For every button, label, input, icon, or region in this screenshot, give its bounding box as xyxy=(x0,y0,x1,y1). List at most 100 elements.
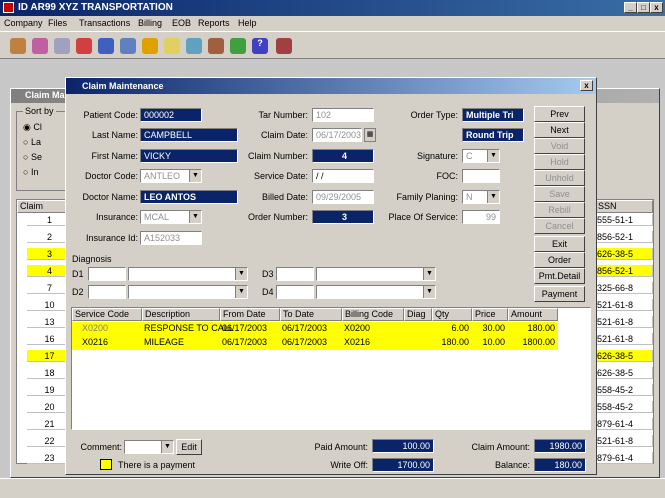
network-icon[interactable] xyxy=(54,38,70,54)
prev-button[interactable]: Prev xyxy=(534,106,585,122)
claim-date-field[interactable]: 06/17/2003 xyxy=(312,128,362,142)
maximize-button[interactable]: □ xyxy=(637,2,650,13)
ssn-list-row[interactable]: 558-45-2 xyxy=(595,384,653,396)
service-line-row[interactable]: X0216 MILEAGE 06/17/2003 06/17/2003 X0216 180… xyxy=(72,336,558,350)
dialog-close-button[interactable]: x xyxy=(580,80,593,91)
help-icon[interactable]: ? xyxy=(252,38,268,54)
menu-reports[interactable]: Reports xyxy=(198,18,230,28)
column-header-from-date[interactable]: From Date xyxy=(220,308,280,321)
ssn-list-row[interactable]: 555-51-1 xyxy=(595,214,653,226)
chevron-down-icon[interactable]: ▼ xyxy=(423,268,435,280)
menu-files[interactable]: Files xyxy=(48,18,67,28)
d4-select[interactable]: ▼ xyxy=(316,285,436,299)
column-header-price[interactable]: Price xyxy=(472,308,508,321)
column-header-qty[interactable]: Qty xyxy=(432,308,472,321)
ssn-list-row[interactable]: 879-61-4 xyxy=(595,418,653,430)
ssn-list-row[interactable]: 521-61-8 xyxy=(595,316,653,328)
column-header-description[interactable]: Description xyxy=(142,308,220,321)
doctor-code-select[interactable]: ANTLEO ▼ xyxy=(140,169,202,183)
sort-option-last[interactable]: ○ La xyxy=(23,137,41,147)
first-name-field[interactable]: VICKY xyxy=(140,149,238,163)
ssn-list-row[interactable]: 856-52-1 xyxy=(595,231,653,243)
menu-help[interactable]: Help xyxy=(238,18,257,28)
money-bag-icon[interactable] xyxy=(230,38,246,54)
cancel-button[interactable]: Cancel xyxy=(534,218,585,234)
tar-number-field[interactable]: 102 xyxy=(312,108,374,122)
chevron-down-icon[interactable]: ▼ xyxy=(189,170,201,182)
signature-select[interactable]: C ▼ xyxy=(462,149,500,163)
save-button[interactable]: Save xyxy=(534,186,585,202)
doctor-name-field[interactable]: LEO ANTOS xyxy=(140,190,238,204)
order-button[interactable]: Order xyxy=(534,252,585,268)
payment-button[interactable]: Payment xyxy=(534,286,585,302)
hold-button[interactable]: Hold xyxy=(534,154,585,170)
pencil-icon[interactable] xyxy=(142,38,158,54)
pmt-detail-button[interactable]: Pmt.Detail xyxy=(534,268,585,284)
claim-number-field[interactable]: 4 xyxy=(312,149,374,163)
ssn-list-row[interactable]: 626-38-5 xyxy=(595,367,653,379)
d1-code-field[interactable] xyxy=(88,267,126,281)
chevron-down-icon[interactable]: ▼ xyxy=(189,211,201,223)
vehicle-icon[interactable] xyxy=(208,38,224,54)
ssn-list-row[interactable]: 521-61-8 xyxy=(595,333,653,345)
chevron-down-icon[interactable]: ▼ xyxy=(487,191,499,203)
minimize-button[interactable]: _ xyxy=(624,2,637,13)
chevron-down-icon[interactable]: ▼ xyxy=(161,441,173,453)
chevron-down-icon[interactable]: ▼ xyxy=(235,286,247,298)
place-of-service-field[interactable]: 99 xyxy=(462,210,500,224)
void-button[interactable]: Void xyxy=(534,138,585,154)
claim-grid[interactable]: Claim 1 2 3 4 7 10 13 16 17 18 19 20 21 22 23 xyxy=(16,199,72,464)
order-type-field[interactable]: Multiple Tri xyxy=(462,108,524,122)
column-header-diag[interactable]: Diag xyxy=(404,308,432,321)
book-icon[interactable] xyxy=(120,38,136,54)
claim-column-header[interactable]: Claim xyxy=(17,200,71,213)
last-name-field[interactable]: CAMPBELL xyxy=(140,128,238,142)
d3-code-field[interactable] xyxy=(276,267,314,281)
ssn-list-row[interactable]: 626-38-5 xyxy=(595,248,653,260)
foc-field[interactable] xyxy=(462,169,500,183)
service-line-row[interactable]: X0200 RESPONSE TO CALL 06/17/2003 06/17/200… xyxy=(72,322,558,336)
ssn-list-row[interactable]: 879-61-4 xyxy=(595,452,653,464)
column-header-service-code[interactable]: Service Code xyxy=(72,308,142,321)
family-planing-select[interactable]: N ▼ xyxy=(462,190,500,204)
ssn-column-header[interactable]: SSN xyxy=(595,200,653,213)
insurance-id-field[interactable]: A152033 xyxy=(140,231,202,245)
ssn-list-row[interactable]: 521-61-8 xyxy=(595,435,653,447)
d4-code-field[interactable] xyxy=(276,285,314,299)
chevron-down-icon[interactable]: ▼ xyxy=(423,286,435,298)
people-icon[interactable] xyxy=(10,38,26,54)
ssn-list-row[interactable]: 558-45-2 xyxy=(595,401,653,413)
rebill-button[interactable]: Rebill xyxy=(534,202,585,218)
d3-select[interactable]: ▼ xyxy=(316,267,436,281)
d1-select[interactable]: ▼ xyxy=(128,267,248,281)
order-number-field[interactable]: 3 xyxy=(312,210,374,224)
patient-code-field[interactable]: 000002 xyxy=(140,108,202,122)
truck-icon[interactable] xyxy=(98,38,114,54)
unhold-button[interactable]: Unhold xyxy=(534,170,585,186)
edit-comment-button[interactable]: Edit xyxy=(176,439,202,455)
close-button[interactable]: x xyxy=(650,2,663,13)
ssn-list-row[interactable]: 856-52-1 xyxy=(595,265,653,277)
exit-icon[interactable] xyxy=(276,38,292,54)
column-header-billing-code[interactable]: Billing Code xyxy=(342,308,404,321)
sort-option-service[interactable]: ○ Se xyxy=(23,152,42,162)
ssn-list-row[interactable]: 325-66-8 xyxy=(595,282,653,294)
comment-select[interactable]: ▼ xyxy=(124,440,174,454)
chevron-down-icon[interactable]: ▼ xyxy=(487,150,499,162)
chevron-down-icon[interactable]: ▼ xyxy=(235,268,247,280)
billed-date-field[interactable]: 09/29/2005 xyxy=(312,190,374,204)
column-header-to-date[interactable]: To Date xyxy=(280,308,342,321)
sort-option-insurance[interactable]: ○ In xyxy=(23,167,38,177)
menu-transactions[interactable]: Transactions xyxy=(79,18,130,28)
menu-billing[interactable]: Billing xyxy=(138,18,162,28)
ssn-list-row[interactable]: 626-38-5 xyxy=(595,350,653,362)
exit-button[interactable]: Exit xyxy=(534,236,585,252)
ssn-list-row[interactable]: 521-61-8 xyxy=(595,299,653,311)
card-icon[interactable] xyxy=(164,38,180,54)
calendar-icon[interactable]: ▦ xyxy=(364,128,376,142)
menu-eob[interactable]: EOB xyxy=(172,18,191,28)
umbrella-icon[interactable] xyxy=(76,38,92,54)
ssn-grid[interactable]: SSN 555-51-1 856-52-1 626-38-5 856-52-1 325-… xyxy=(594,199,654,464)
d2-code-field[interactable] xyxy=(88,285,126,299)
service-date-field[interactable]: / / xyxy=(312,169,374,183)
